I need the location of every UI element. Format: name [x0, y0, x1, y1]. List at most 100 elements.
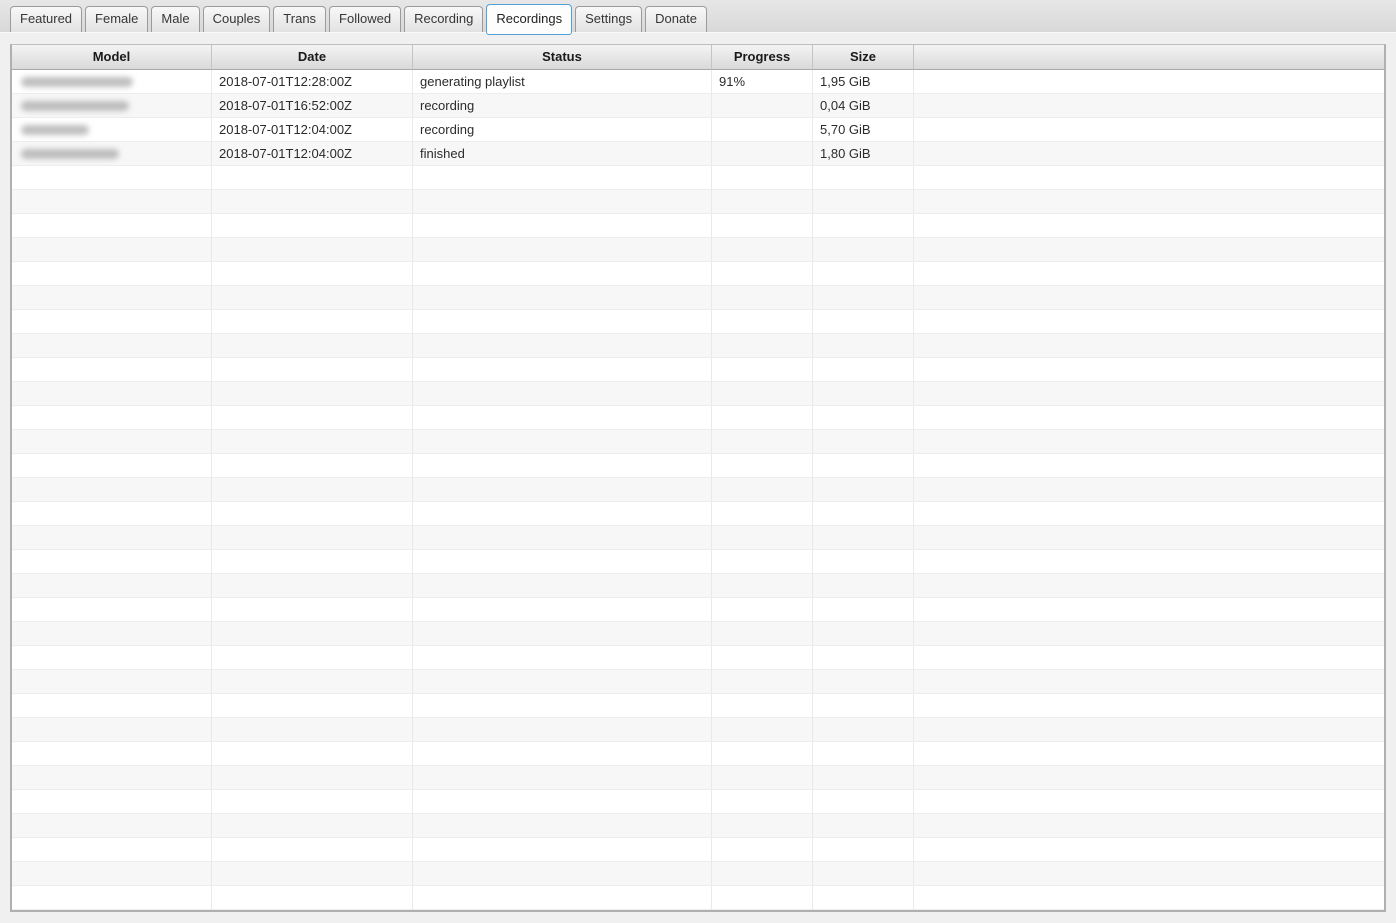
cell-size [813, 166, 914, 190]
cell-spacer [914, 862, 1384, 886]
cell-date [212, 502, 413, 526]
cell-model [12, 238, 212, 262]
cell-status [413, 190, 712, 214]
column-header-status[interactable]: Status [413, 45, 712, 70]
cell-spacer [914, 94, 1384, 118]
table-row[interactable]: 2018-07-01T16:52:00Zrecording0,04 GiB [12, 94, 1384, 118]
table-row[interactable]: 2018-07-01T12:04:00Zfinished 1,80 GiB [12, 142, 1384, 166]
tab-settings[interactable]: Settings [575, 6, 642, 32]
column-header-size[interactable]: Size [813, 45, 914, 70]
cell-spacer [914, 694, 1384, 718]
cell-spacer [914, 70, 1384, 94]
cell-progress [712, 862, 813, 886]
cell-size [813, 526, 914, 550]
tab-bar: FeaturedFemaleMaleCouplesTransFollowedRe… [0, 0, 1396, 33]
cell-progress: 91% [712, 70, 813, 94]
tab-featured[interactable]: Featured [10, 6, 82, 32]
cell-progress [712, 574, 813, 598]
cell-spacer [914, 886, 1384, 910]
table-row-empty [12, 478, 1384, 502]
tab-female[interactable]: Female [85, 6, 148, 32]
cell-date [212, 454, 413, 478]
tab-recordings[interactable]: Recordings [486, 4, 572, 35]
cell-status [413, 790, 712, 814]
table-row-empty [12, 334, 1384, 358]
cell-model [12, 694, 212, 718]
tab-trans[interactable]: Trans [273, 6, 326, 32]
table-row-empty [12, 286, 1384, 310]
cell-date: 2018-07-01T12:04:00Z [212, 142, 413, 166]
cell-status: finished [413, 142, 712, 166]
tab-recording[interactable]: Recording [404, 6, 483, 32]
cell-model [12, 502, 212, 526]
tab-male[interactable]: Male [151, 6, 199, 32]
cell-size [813, 334, 914, 358]
column-header-model[interactable]: Model [12, 45, 212, 70]
cell-size [813, 502, 914, 526]
redacted-model-name [21, 125, 89, 135]
table-row-empty [12, 622, 1384, 646]
table-row-empty [12, 742, 1384, 766]
cell-date [212, 550, 413, 574]
cell-status [413, 454, 712, 478]
cell-status [413, 310, 712, 334]
cell-model [12, 478, 212, 502]
cell-status [413, 814, 712, 838]
cell-model [12, 598, 212, 622]
cell-size [813, 310, 914, 334]
cell-spacer [914, 550, 1384, 574]
cell-status [413, 862, 712, 886]
cell-progress [712, 166, 813, 190]
cell-size [813, 718, 914, 742]
tab-donate[interactable]: Donate [645, 6, 707, 32]
table-row-empty [12, 838, 1384, 862]
cell-size: 1,80 GiB [813, 142, 914, 166]
cell-date: 2018-07-01T12:28:00Z [212, 70, 413, 94]
table-row-empty [12, 358, 1384, 382]
cell-date [212, 718, 413, 742]
cell-status [413, 430, 712, 454]
cell-progress [712, 598, 813, 622]
cell-spacer [914, 430, 1384, 454]
cell-progress [712, 886, 813, 910]
cell-model [12, 190, 212, 214]
cell-spacer [914, 382, 1384, 406]
cell-progress [712, 790, 813, 814]
cell-size [813, 406, 914, 430]
table-row-empty [12, 502, 1384, 526]
cell-progress [712, 646, 813, 670]
cell-size [813, 838, 914, 862]
table-header-row: ModelDateStatusProgressSize [12, 45, 1384, 70]
cell-status [413, 838, 712, 862]
cell-model [12, 814, 212, 838]
table-row[interactable]: 2018-07-01T12:04:00Zrecording5,70 GiB [12, 118, 1384, 142]
cell-spacer [914, 262, 1384, 286]
cell-progress [712, 718, 813, 742]
column-header-date[interactable]: Date [212, 45, 413, 70]
cell-spacer [914, 766, 1384, 790]
cell-date [212, 286, 413, 310]
tab-followed[interactable]: Followed [329, 6, 401, 32]
table-row[interactable]: 2018-07-01T12:28:00Zgenerating playlist9… [12, 70, 1384, 94]
tab-couples[interactable]: Couples [203, 6, 271, 32]
column-header-spacer[interactable] [914, 45, 1384, 70]
column-header-progress[interactable]: Progress [712, 45, 813, 70]
cell-date [212, 382, 413, 406]
cell-date [212, 598, 413, 622]
table-row-empty [12, 262, 1384, 286]
cell-progress [712, 766, 813, 790]
cell-size [813, 886, 914, 910]
cell-date [212, 694, 413, 718]
cell-date [212, 670, 413, 694]
cell-status [413, 718, 712, 742]
table-row-empty [12, 430, 1384, 454]
cell-date: 2018-07-01T12:04:00Z [212, 118, 413, 142]
cell-model [12, 166, 212, 190]
cell-model [12, 358, 212, 382]
cell-spacer [914, 838, 1384, 862]
cell-progress [712, 118, 813, 142]
cell-spacer [914, 190, 1384, 214]
cell-model [12, 766, 212, 790]
table-row-empty [12, 406, 1384, 430]
cell-progress [712, 358, 813, 382]
